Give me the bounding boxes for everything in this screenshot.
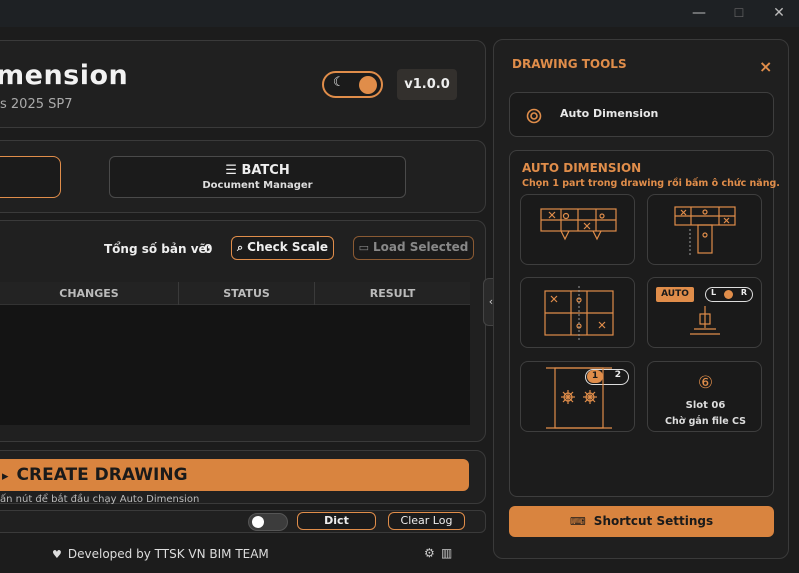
play-icon: ▸ <box>2 469 9 484</box>
app-title: mension <box>0 60 129 91</box>
anchor-bolt-icon <box>690 306 720 335</box>
theme-toggle[interactable]: ☾ <box>322 71 383 98</box>
minimize-button[interactable]: — <box>689 4 709 22</box>
total-drawings-label: Tổng số bản vẽ: <box>104 242 212 256</box>
tool-slot-6[interactable]: ⑥ Slot 06 Chờ gắn file CS <box>647 361 762 432</box>
app-subtitle: s 2025 SP7 <box>0 97 73 112</box>
drawing-tools-title: DRAWING TOOLS <box>512 57 627 71</box>
keyboard-icon: ⌨ <box>569 515 586 528</box>
plate-bolt-icon <box>546 367 612 429</box>
search-icon: ⌕ <box>236 241 244 254</box>
tool-slot-5[interactable]: 1 2 <box>520 361 635 432</box>
close-window-button[interactable]: ✕ <box>769 4 789 22</box>
auto-dimension-button[interactable]: Auto Dimension <box>509 92 774 137</box>
moon-icon: ☾ <box>333 75 345 90</box>
title-bar: — ☐ ✕ <box>0 0 799 27</box>
column-changes[interactable]: CHANGES <box>0 282 179 305</box>
auto-dimension-label: Auto Dimension <box>560 107 659 120</box>
load-selected-label: Load Selected <box>373 240 469 254</box>
credit-label: Developed by TTSK VN BIM TEAM <box>67 547 269 561</box>
tool-slot-3[interactable] <box>520 277 635 348</box>
slot-six-icon: ⑥ <box>697 373 714 393</box>
drawings-table-body[interactable] <box>0 305 470 425</box>
batch-mode-button[interactable]: ☰ BATCH Document Manager <box>109 156 406 198</box>
drawings-table-header: CHANGES STATUS RESULT <box>0 282 470 305</box>
tool-slot-2[interactable] <box>647 194 762 265</box>
batch-sublabel: Document Manager <box>202 180 313 191</box>
footer-credit: ♥ Developed by TTSK VN BIM TEAM <box>52 547 269 561</box>
auto-dimension-section-title: AUTO DIMENSION <box>522 161 642 175</box>
clear-log-button[interactable]: Clear Log <box>388 512 465 530</box>
column-result[interactable]: RESULT <box>315 282 470 305</box>
frame-dimension-icon <box>544 286 614 341</box>
tee-dimension-icon <box>674 206 736 255</box>
settings-icon[interactable]: ⚙ <box>424 546 435 560</box>
total-drawings-value: 0 <box>204 242 213 256</box>
check-scale-label: Check Scale <box>247 240 329 254</box>
create-drawing-label: CREATE DRAWING <box>16 465 188 485</box>
folder-icon: ▭ <box>358 241 370 254</box>
log-toggle[interactable] <box>248 513 288 531</box>
version-badge: v1.0.0 <box>397 69 457 100</box>
create-drawing-button[interactable]: ▸ CREATE DRAWING <box>0 459 469 491</box>
maximize-button[interactable]: ☐ <box>729 4 749 22</box>
toggle-knob <box>359 76 377 94</box>
batch-label: ☰ BATCH <box>225 163 290 178</box>
slot-six-sublabel: Chờ gắn file CS <box>665 416 746 427</box>
auto-dimension-hint: Chọn 1 part trong drawing rồi bấm ô chức… <box>522 178 780 189</box>
shortcut-settings-label: Shortcut Settings <box>593 514 714 528</box>
log-toggle-knob <box>252 516 264 528</box>
slot-six-label: Slot 06 <box>685 400 726 411</box>
close-panel-button[interactable]: × <box>759 57 772 76</box>
tool-slot-4[interactable]: AUTO L R <box>647 277 762 348</box>
load-selected-button[interactable]: ▭ Load Selected <box>353 236 474 260</box>
heart-icon: ♥ <box>52 548 62 561</box>
single-mode-button[interactable] <box>0 156 61 198</box>
plate-dimension-icon <box>540 208 617 241</box>
shortcut-settings-button[interactable]: ⌨ Shortcut Settings <box>509 506 774 537</box>
dict-button[interactable]: Dict <box>297 512 376 530</box>
tool-slot-1[interactable] <box>520 194 635 265</box>
building-icon[interactable]: ▥ <box>441 546 452 560</box>
create-hint: ấn nút để bắt đầu chạy Auto Dimension <box>0 494 200 505</box>
column-status[interactable]: STATUS <box>179 282 315 305</box>
target-icon <box>526 108 542 124</box>
check-scale-button[interactable]: ⌕ Check Scale <box>231 236 334 260</box>
